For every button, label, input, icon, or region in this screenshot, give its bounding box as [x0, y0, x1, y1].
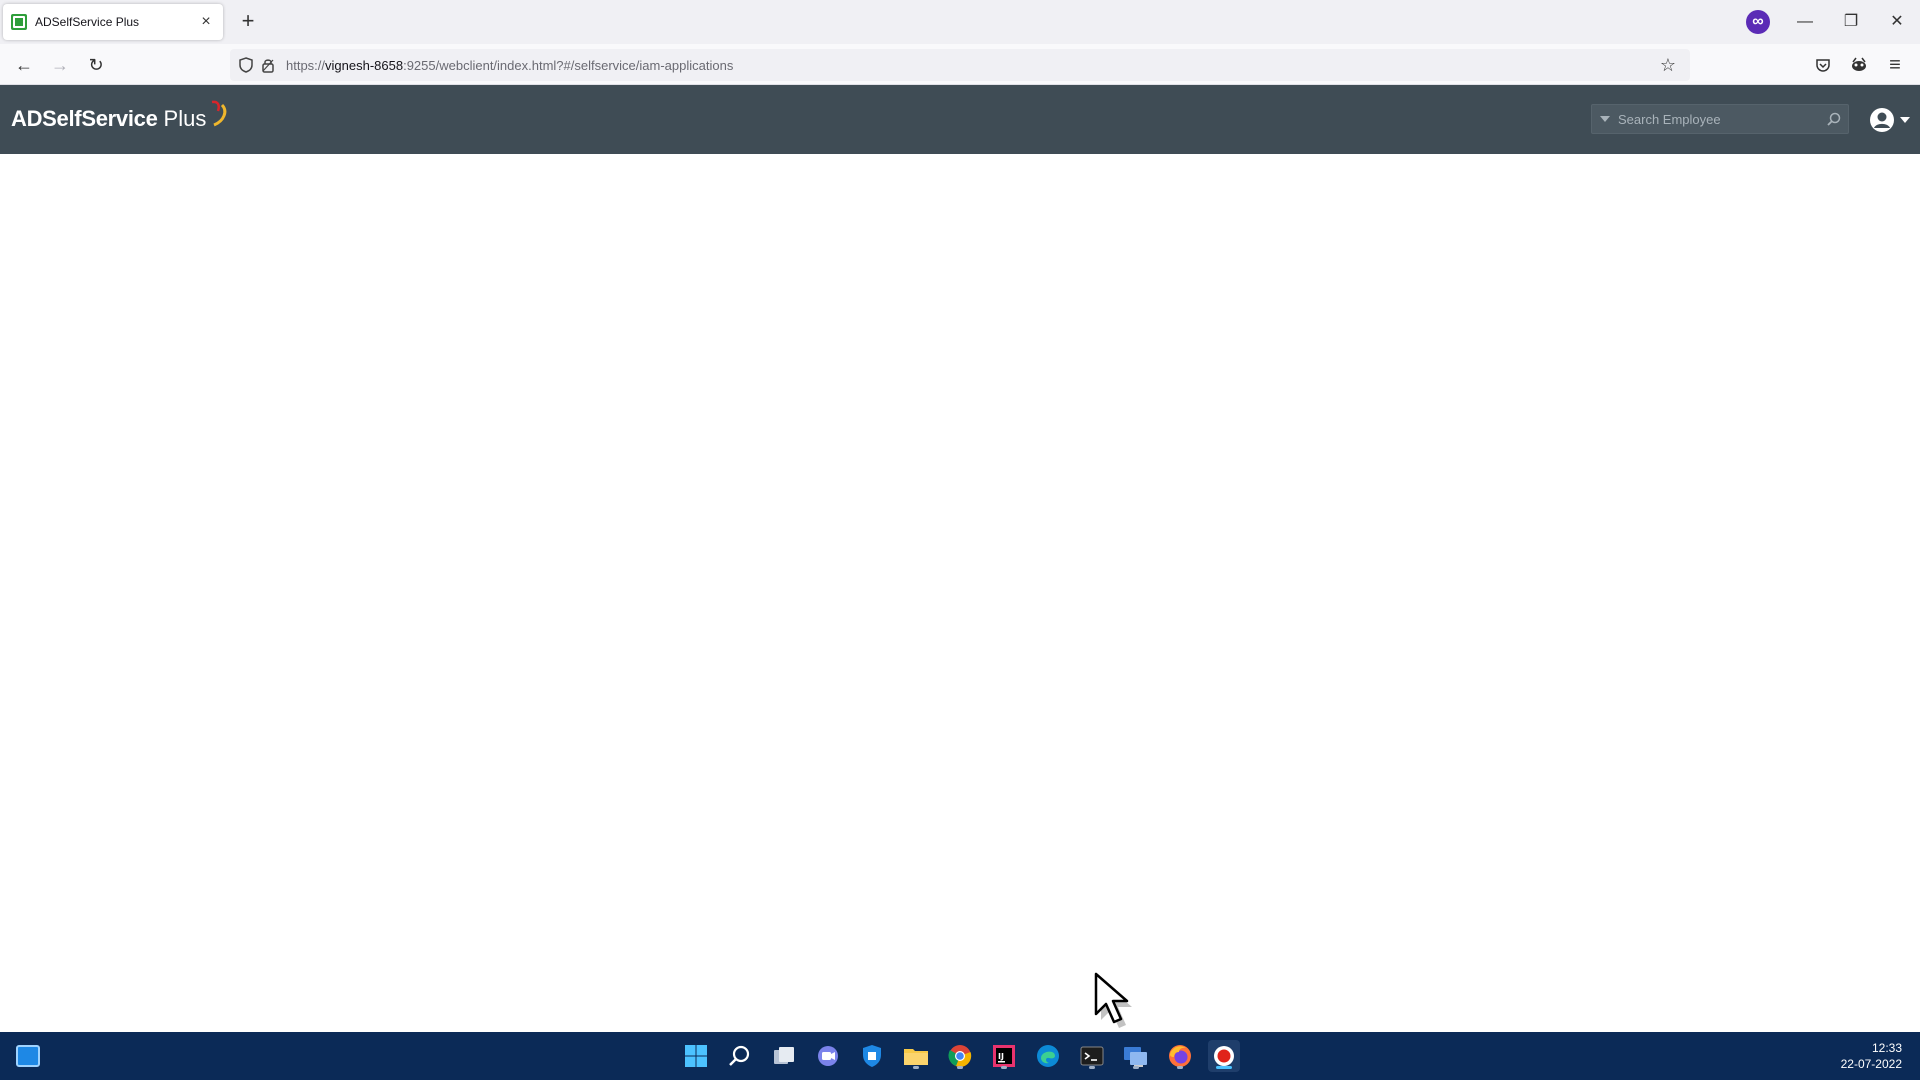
file-explorer-icon[interactable]: [900, 1040, 932, 1072]
restore-button[interactable]: ❐: [1828, 8, 1874, 36]
bookmark-star-icon[interactable]: ☆: [1658, 55, 1678, 75]
user-account-menu[interactable]: [1868, 105, 1912, 135]
running-indicator: [913, 1066, 919, 1069]
private-browsing-icon[interactable]: [1746, 10, 1770, 34]
url-text: https://vignesh-8658:9255/webclient/inde…: [286, 58, 733, 73]
edge-icon[interactable]: [1032, 1040, 1064, 1072]
url-path: :9255/webclient/index.html?#/selfservice…: [403, 57, 734, 73]
running-indicator: [1001, 1066, 1007, 1069]
new-tab-button[interactable]: +: [236, 10, 260, 34]
start-icon[interactable]: [680, 1040, 712, 1072]
site-lock-icon[interactable]: [260, 57, 276, 73]
taskbar-search-icon[interactable]: [724, 1040, 756, 1072]
browser-tab-adselfservice[interactable]: ADSelfService Plus ×: [3, 4, 223, 40]
mouse-cursor-icon: [1094, 972, 1132, 1028]
logo-text-bold: ADSelfService: [11, 106, 158, 131]
close-window-button[interactable]: ✕: [1874, 8, 1920, 36]
search-filter-dropdown-icon[interactable]: [1592, 105, 1618, 133]
adselfservice-favicon-icon: [11, 14, 27, 30]
chevron-down-icon: [1900, 117, 1910, 123]
employee-search-input[interactable]: [1618, 105, 1820, 133]
clock-date: 22-07-2022: [1840, 1057, 1902, 1071]
svg-text:IJ: IJ: [998, 1052, 1004, 1061]
firefox-icon[interactable]: [1164, 1040, 1196, 1072]
forward-button[interactable]: →: [47, 52, 73, 78]
windows-taskbar: IJ 12:33 22-07-2022: [0, 1032, 1920, 1080]
teams-chat-icon[interactable]: [812, 1040, 844, 1072]
running-indicator: [1133, 1066, 1139, 1069]
minimize-button[interactable]: —: [1782, 8, 1828, 36]
logo-swoosh-icon: [212, 100, 227, 127]
browser-navigation-bar: ← → ↻ https://vignesh-8658:9255/webclien…: [0, 44, 1920, 85]
reload-button[interactable]: ↻: [83, 52, 109, 78]
pocket-icon[interactable]: [1811, 53, 1835, 77]
terminal-icon[interactable]: [1076, 1040, 1108, 1072]
security-shield-icon[interactable]: [856, 1040, 888, 1072]
url-prefix: https://: [286, 57, 326, 73]
logo-text-light: Plus: [163, 106, 207, 131]
intellij-icon[interactable]: IJ: [988, 1040, 1020, 1072]
chrome-icon[interactable]: [944, 1040, 976, 1072]
browser-tab-strip: ADSelfService Plus × + — ❐ ✕: [0, 0, 1920, 44]
system-clock[interactable]: 12:33 22-07-2022: [1841, 1040, 1902, 1072]
running-indicator: [1177, 1066, 1183, 1069]
url-host: vignesh-8658: [325, 57, 404, 73]
app-header: ADSelfService Plus: [0, 85, 1920, 154]
tracking-protection-shield-icon[interactable]: [238, 57, 254, 73]
adselfservice-logo[interactable]: ADSelfService Plus: [11, 99, 232, 139]
remote-desktop-icon[interactable]: [1120, 1040, 1152, 1072]
address-bar[interactable]: https://vignesh-8658:9255/webclient/inde…: [230, 49, 1690, 81]
extension-icon[interactable]: [1847, 53, 1871, 77]
employee-search-box: [1591, 104, 1849, 134]
tab-title: ADSelfService Plus: [35, 15, 140, 29]
running-indicator: [957, 1066, 963, 1069]
screen-recorder-icon[interactable]: [1208, 1040, 1240, 1072]
app-menu-icon[interactable]: ≡: [1883, 53, 1907, 77]
main-content-area: [0, 154, 1920, 1032]
search-icon[interactable]: [1820, 105, 1848, 133]
tab-close-icon[interactable]: ×: [197, 13, 215, 31]
clock-time: 12:33: [1871, 1041, 1902, 1055]
widgets-icon[interactable]: [16, 1045, 40, 1067]
back-button[interactable]: ←: [11, 52, 37, 78]
user-avatar-icon: [1870, 108, 1894, 132]
active-indicator: [1216, 1066, 1232, 1069]
task-view-icon[interactable]: [768, 1040, 800, 1072]
running-indicator: [1089, 1066, 1095, 1069]
